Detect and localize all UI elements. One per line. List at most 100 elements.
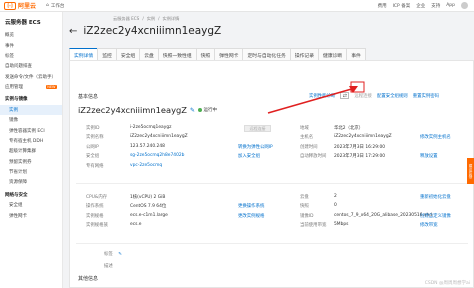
sidebar-item-label: 标签 [5, 53, 14, 59]
sidebar-item[interactable]: 概览 [0, 30, 62, 40]
field-action-link[interactable]: 加入安全组 [238, 153, 260, 159]
remote-connect-icon[interactable]: ⇄ [340, 92, 350, 99]
field-action-link[interactable]: 更换操作系统 [238, 203, 264, 209]
field-value: 0 [334, 203, 337, 209]
aliyun-logo-icon: [-] [4, 1, 16, 10]
field-label: 公网IP [86, 144, 99, 150]
field-action-link[interactable]: 创建自定义镜像 [420, 213, 451, 219]
field-label: 镜像ID [300, 213, 314, 219]
tag-label: 标签 [104, 252, 113, 257]
field-value: 2023年7月3日 17:29:00 [334, 154, 386, 160]
instance-name: iZ2zec2y4xcniiimn1eaygZ [78, 105, 187, 115]
field-label: 实例名称 [86, 135, 104, 141]
breadcrumb-ecs[interactable]: 云服务器 ECS [113, 16, 139, 22]
field-label: 创建时间 [300, 144, 318, 150]
section-divider [76, 183, 468, 184]
sidebar-item[interactable]: 专有宿主机 DDH [0, 136, 62, 146]
sidebar-item-label: 弹性网卡 [9, 213, 27, 219]
sidebar-item[interactable]: 镜像 [0, 115, 62, 125]
field-value: iZ2zec2y4xcniiimn1eaygZ [334, 134, 392, 140]
sidebar-item[interactable]: 超级计算集群 [0, 146, 62, 156]
field-value: 5Mbps [334, 222, 349, 228]
logo-text: 阿里云 [18, 3, 37, 10]
remote-connect-button[interactable]: 远程连接 [244, 125, 271, 132]
sidebar-item[interactable]: 标签 [0, 51, 62, 61]
field-action-link[interactable]: 重新初始化云盘 [420, 194, 451, 200]
field-action-link[interactable]: 修改实例主机名 [420, 134, 451, 140]
avatar[interactable] [461, 2, 468, 9]
home-icon: ⌂ [46, 3, 49, 8]
tag-row: 标签 ✎ [104, 251, 122, 257]
watermark: CSDN @周周周想学ai [424, 281, 470, 286]
field-label: 当前使用带宽 [300, 223, 327, 229]
field-value: centos_7_9_x64_20G_alibase_20230516.vhd [334, 212, 433, 218]
edit-icon[interactable]: ✎ [190, 107, 195, 114]
field-label: 专有网络 [86, 163, 104, 169]
topbar-item-icp[interactable]: ICP 备案 [393, 3, 411, 9]
status-badge: 运行中 [197, 107, 217, 113]
sidebar-item-label: 预留实例券 [9, 159, 32, 165]
sidebar-item-label: 发送命令/文件（云助手） [5, 74, 57, 80]
sidebar-title: 云服务器 ECS [5, 20, 41, 26]
sidebar-item[interactable]: 实例 [0, 104, 62, 115]
aliyun-logo[interactable]: [-] 阿里云 [0, 0, 42, 12]
sidebar-list: 概览事件标签自助问题排查发送命令/文件（云助手） 应用管理 NEW 实例与镜像 实例 镜像… [0, 30, 62, 221]
field-action-link[interactable]: 修改带宽 [420, 222, 438, 228]
top-navigation-bar: [-] 阿里云 ⌂ 工作台 费用 ICP 备案 企业 支持 App [0, 0, 474, 12]
topbar-item-support[interactable]: 支持 [431, 3, 440, 9]
security-group-rules-link[interactable]: 配置安全组规则 [377, 93, 408, 99]
section-title-basic: 基本信息 [78, 94, 99, 100]
instance-detail-panel: 基本信息 实例性能诊断 ⇄ 远程连接 配置安全组规则 重置实例密码 iZ2zec… [69, 60, 474, 288]
field-label: 云盘 [300, 195, 309, 200]
sidebar: 云服务器 ECS 概览事件标签自助问题排查发送命令/文件（云助手） 应用管理 NEW… [0, 12, 63, 288]
field-value: CentOS 7.9 64位 [130, 204, 167, 210]
field-value: 1核(vCPU) 2 GiB [130, 195, 166, 200]
sidebar-item[interactable]: 弹性容器实例 ECI [0, 125, 62, 135]
feedback-button[interactable]: 建议反馈 [467, 158, 474, 184]
sidebar-item[interactable]: 事件 [0, 40, 62, 50]
new-badge: NEW [45, 85, 57, 90]
sidebar-item[interactable]: 预留实例券 [0, 157, 62, 167]
back-arrow-icon[interactable]: ← [69, 26, 77, 37]
field-action-link[interactable]: 释放设置 [420, 153, 438, 159]
sidebar-item-label: 弹性容器实例 ECI [9, 128, 45, 134]
sidebar-item-label: 实例与镜像 [5, 97, 28, 103]
performance-diagnosis-link[interactable]: 实例性能诊断 [309, 93, 335, 99]
field-value: iZ2zec2y4xcniiimn1eaygZ [130, 134, 188, 140]
topbar-item-app[interactable]: App [446, 3, 455, 8]
sidebar-item[interactable]: 弹性网卡 [0, 210, 62, 220]
field-label: 实例规格 [86, 213, 104, 219]
reset-password-link[interactable]: 重置实例密码 [413, 93, 439, 99]
field-action-link[interactable]: 转换为弹性公网IP [238, 144, 273, 150]
remote-connect-link[interactable]: 远程连接 [354, 93, 372, 99]
topbar-item-enterprise[interactable]: 企业 [416, 3, 425, 9]
workbench-link[interactable]: ⌂ 工作台 [46, 3, 64, 9]
running-status-icon [197, 108, 202, 112]
sidebar-item[interactable]: 安全组 [0, 200, 62, 210]
field-value: sg-2ze5ocmq2h8e7402b [130, 153, 185, 159]
sidebar-item-label: 事件 [5, 43, 14, 49]
field-action-link[interactable]: 更改实例规格 [238, 213, 264, 219]
breadcrumb: 云服务器 ECS / 实例 / 实例详情 [113, 16, 179, 22]
field-value: ecs.e-c1m1.large [130, 212, 168, 218]
field-label: 地域 [300, 126, 309, 131]
breadcrumb-instances[interactable]: 实例 [147, 16, 155, 22]
breadcrumb-current: 实例详情 [162, 16, 180, 21]
title-row: ← iZ2zec2y4xcniiimn1eaygZ [69, 25, 221, 37]
sidebar-item[interactable]: 节省计划 [0, 167, 62, 177]
sidebar-item[interactable]: 发送命令/文件（云助手） [0, 72, 62, 82]
sidebar-item[interactable]: 资源保障 [0, 177, 62, 187]
sidebar-item[interactable]: 应用管理 NEW [0, 82, 62, 92]
sidebar-item-label: 超级计算集群 [9, 149, 36, 155]
sidebar-group[interactable]: 网络与安全 [0, 190, 62, 200]
workbench-label: 工作台 [50, 3, 65, 9]
field-label: 实例ID [86, 126, 100, 131]
sidebar-group[interactable]: 实例与镜像 [0, 94, 62, 104]
sidebar-item[interactable]: 自助问题排查 [0, 61, 62, 71]
top-right-menu: 费用 ICP 备案 企业 支持 App [378, 2, 474, 9]
field-label: 自动释放时间 [300, 154, 327, 160]
field-label: 操作系统 [86, 204, 104, 210]
sidebar-item-label: 应用管理 [5, 85, 23, 91]
topbar-item-fees[interactable]: 费用 [378, 3, 387, 9]
tag-edit-icon[interactable]: ✎ [118, 252, 122, 257]
